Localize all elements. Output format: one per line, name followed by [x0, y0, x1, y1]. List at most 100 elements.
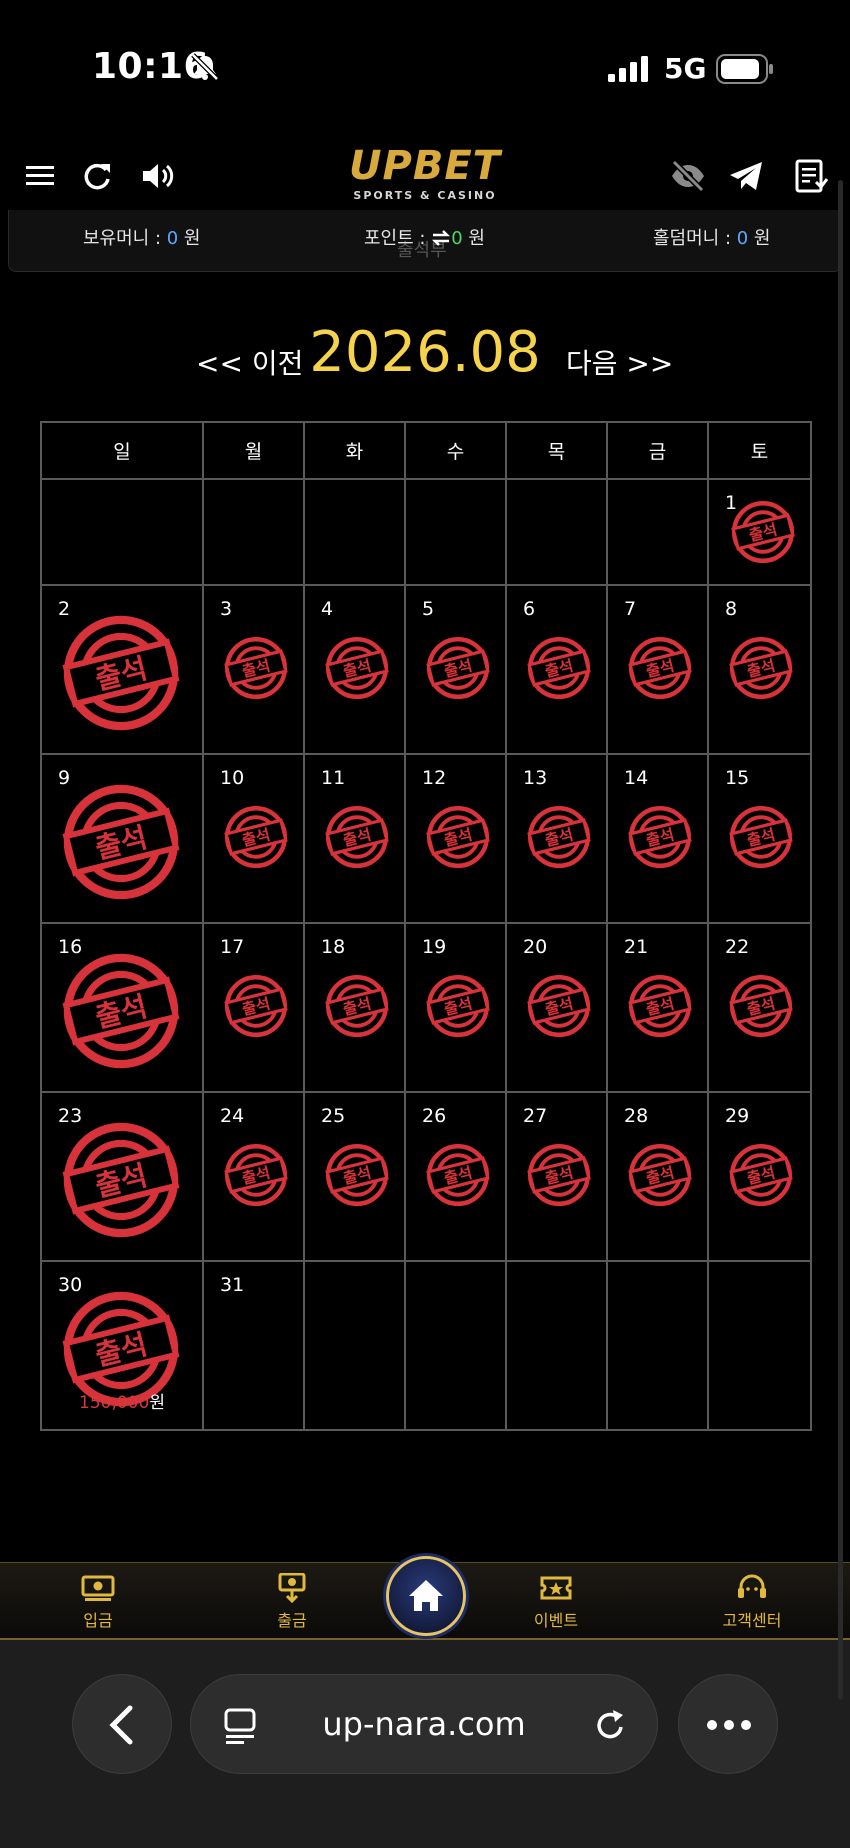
attendance-stamp-icon: 출석 — [628, 805, 692, 869]
calendar-day-cell[interactable]: 20 출석 — [505, 922, 608, 1093]
logo-text: UPBET — [349, 143, 501, 189]
day-number: 22 — [725, 936, 750, 958]
calendar-day-cell[interactable]: 25 출석 — [303, 1091, 406, 1262]
deposit-icon — [81, 1575, 115, 1601]
url-text: up-nara.com — [322, 1705, 526, 1743]
attendance-stamp-icon: 출석 — [628, 974, 692, 1038]
nav-deposit[interactable]: 입금 — [48, 1573, 148, 1631]
nav-event[interactable]: 이벤트 — [506, 1573, 606, 1631]
speaker-icon[interactable] — [138, 156, 178, 196]
calendar-day-cell[interactable]: 3 출석 — [202, 584, 305, 755]
next-month-button[interactable]: 다음 >> — [566, 342, 673, 382]
calendar-day-cell[interactable]: 29 출석 — [707, 1091, 812, 1262]
scrollbar[interactable] — [838, 180, 843, 1700]
attendance-stamp-icon: 출석 — [426, 636, 490, 700]
day-number: 12 — [422, 767, 447, 789]
address-bar[interactable]: up-nara.com — [190, 1674, 658, 1774]
hide-eye-icon[interactable] — [668, 156, 708, 196]
notice-list-icon[interactable] — [790, 156, 830, 196]
day-number: 10 — [220, 767, 245, 789]
reward-value: 150,000 — [79, 1393, 150, 1413]
calendar-day-cell[interactable]: 26 출석 — [404, 1091, 507, 1262]
calendar-day-cell[interactable]: 21 출석 — [606, 922, 709, 1093]
calendar-day-cell[interactable]: 17 출석 — [202, 922, 305, 1093]
calendar-week-row: 30 출석 150,000원 31 — [40, 1260, 812, 1431]
browser-toolbar: up-nara.com — [0, 1640, 850, 1848]
point-exchange-icon[interactable] — [431, 230, 451, 246]
attendance-stamp-icon: 출석 — [729, 636, 793, 700]
day-number: 8 — [725, 598, 738, 620]
attendance-stamp-icon: 출석 — [628, 1143, 692, 1207]
calendar-day-cell[interactable]: 19 출석 — [404, 922, 507, 1093]
cell-signal-icon — [608, 56, 648, 82]
calendar-day-cell[interactable]: 13 출석 — [505, 753, 608, 924]
home-button[interactable] — [386, 1556, 466, 1636]
nav-support[interactable]: 고객센터 — [702, 1573, 802, 1631]
refresh-icon[interactable] — [78, 156, 118, 196]
balance-unit: 원 — [178, 228, 201, 249]
calendar-day-cell[interactable]: 6 출석 — [505, 584, 608, 755]
browser-more-button[interactable] — [678, 1674, 778, 1774]
day-number: 26 — [422, 1105, 447, 1127]
weekday-header-row: 일월화수목금토 — [40, 421, 812, 480]
calendar-empty-cell — [303, 1260, 406, 1431]
point-label: 포인트 : — [364, 228, 432, 249]
calendar-day-cell[interactable]: 5 출석 — [404, 584, 507, 755]
calendar-day-cell[interactable]: 4 출석 — [303, 584, 406, 755]
calendar-day-cell[interactable]: 12 출석 — [404, 753, 507, 924]
attendance-stamp-icon: 출석 — [731, 500, 795, 564]
day-number: 27 — [523, 1105, 548, 1127]
day-number: 24 — [220, 1105, 245, 1127]
day-number: 13 — [523, 767, 548, 789]
calendar-empty-cell — [303, 478, 406, 586]
attendance-stamp-icon: 출석 — [527, 1143, 591, 1207]
day-number: 18 — [321, 936, 346, 958]
calendar-day-cell[interactable]: 27 출석 — [505, 1091, 608, 1262]
attendance-stamp-icon: 출석 — [527, 974, 591, 1038]
event-ticket-icon — [540, 1576, 572, 1600]
calendar-day-cell[interactable]: 7 출석 — [606, 584, 709, 755]
upbet-logo[interactable]: UPBET SPORTS & CASINO — [330, 144, 520, 210]
prev-month-button[interactable]: << 이전 — [196, 342, 303, 382]
nav-deposit-label: 입금 — [83, 1611, 113, 1630]
calendar-day-cell[interactable]: 9 출석 — [40, 753, 204, 924]
attendance-stamp-icon: 출석 — [628, 636, 692, 700]
calendar-day-cell[interactable]: 24 출석 — [202, 1091, 305, 1262]
attendance-stamp-icon: 출석 — [224, 974, 288, 1038]
day-number: 4 — [321, 598, 334, 620]
calendar-day-cell[interactable]: 31 — [202, 1260, 305, 1431]
calendar-day-cell[interactable]: 11 출석 — [303, 753, 406, 924]
calendar-empty-cell — [40, 478, 204, 586]
calendar-day-cell[interactable]: 1 출석 — [707, 478, 812, 586]
calendar-day-cell[interactable]: 28 출석 — [606, 1091, 709, 1262]
calendar-day-cell[interactable]: 30 출석 150,000원 — [40, 1260, 204, 1431]
menu-icon[interactable] — [22, 156, 62, 196]
calendar-day-cell[interactable]: 23 출석 — [40, 1091, 204, 1262]
day-number: 6 — [523, 598, 536, 620]
telegram-icon[interactable] — [726, 156, 766, 196]
attendance-calendar: 일월화수목금토 1 출석 2 출석 3 출석 4 출석 5 출석 6 출석 7 출석 8 출석 9 출석 10 출석 1… — [40, 421, 812, 1431]
calendar-day-cell[interactable]: 10 출석 — [202, 753, 305, 924]
calendar-week-row: 9 출석 10 출석 11 출석 12 출석 13 출석 14 출석 15 출석 — [40, 753, 812, 924]
calendar-day-cell[interactable]: 18 출석 — [303, 922, 406, 1093]
weekday-header: 일 — [40, 421, 204, 480]
day-number: 19 — [422, 936, 447, 958]
calendar-day-cell[interactable]: 14 출석 — [606, 753, 709, 924]
nav-withdraw[interactable]: 출금 — [242, 1573, 342, 1631]
attendance-stamp-icon: 출석 — [729, 805, 793, 869]
nav-withdraw-label: 출금 — [277, 1611, 307, 1630]
calendar-day-cell[interactable]: 8 출석 — [707, 584, 812, 755]
attendance-stamp-icon: 출석 — [426, 805, 490, 869]
calendar-body: 1 출석 2 출석 3 출석 4 출석 5 출석 6 출석 7 출석 8 출석 9 출석 10 출석 11 출석 12 출석 1… — [40, 478, 812, 1431]
status-bar: 10:16 5G — [0, 0, 850, 140]
calendar-day-cell[interactable]: 16 출석 — [40, 922, 204, 1093]
reload-icon[interactable] — [591, 1705, 631, 1745]
calendar-day-cell[interactable]: 22 출석 — [707, 922, 812, 1093]
calendar-day-cell[interactable]: 15 출석 — [707, 753, 812, 924]
day-number: 17 — [220, 936, 245, 958]
calendar-empty-cell — [606, 478, 709, 586]
more-dots-icon — [707, 1720, 751, 1730]
balance-label: 보유머니 : — [83, 228, 167, 249]
calendar-day-cell[interactable]: 2 출석 — [40, 584, 204, 755]
browser-back-button[interactable] — [72, 1674, 172, 1774]
